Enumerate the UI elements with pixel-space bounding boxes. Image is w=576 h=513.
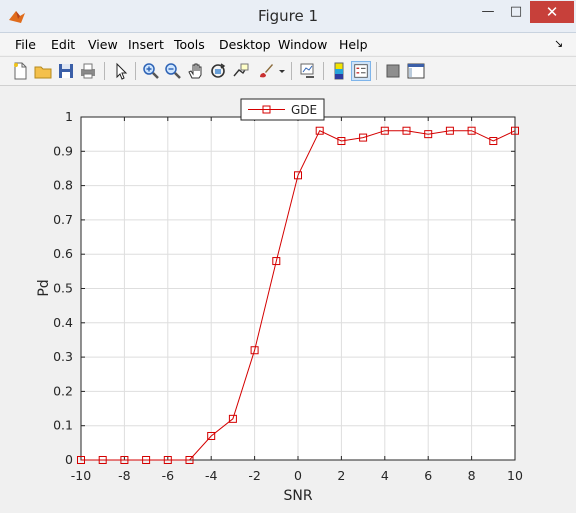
toolbar-separator — [291, 62, 292, 80]
x-tick-label: 4 — [381, 468, 389, 483]
y-tick-label: 0.5 — [53, 281, 73, 296]
x-tick-label: 2 — [337, 468, 345, 483]
minimize-button[interactable]: — — [474, 1, 502, 23]
toolbar-separator — [376, 62, 377, 80]
x-tick-label: 6 — [424, 468, 432, 483]
x-tick-label: 10 — [507, 468, 523, 483]
x-tick-label: 0 — [294, 468, 302, 483]
toolbar-separator — [135, 62, 136, 80]
menu-bar: File Edit View Insert Tools Desktop Wind… — [0, 33, 576, 55]
edit-plot-arrow-icon[interactable] — [111, 61, 131, 81]
y-tick-label: 0.8 — [53, 178, 73, 193]
hide-plot-tools-icon[interactable] — [383, 61, 403, 81]
zoom-in-icon[interactable] — [141, 61, 161, 81]
y-tick-label: 0.9 — [53, 143, 73, 158]
x-axis-label: SNR — [283, 488, 312, 504]
x-tick-label: -8 — [118, 468, 131, 483]
legend-label: GDE — [291, 103, 317, 117]
y-tick-label: 0.4 — [53, 315, 73, 330]
dock-arrow-icon[interactable]: ↘ — [554, 37, 563, 50]
x-tick-label: -4 — [205, 468, 218, 483]
save-icon[interactable] — [56, 61, 76, 81]
brush-icon[interactable] — [256, 61, 276, 81]
y-tick-label: 0.3 — [53, 349, 73, 364]
insert-legend-icon[interactable] — [351, 61, 371, 81]
zoom-out-icon[interactable] — [163, 61, 183, 81]
y-tick-label: 0.6 — [53, 246, 73, 261]
open-file-icon[interactable] — [33, 61, 53, 81]
y-axis-label: Pd — [36, 279, 52, 296]
x-tick-label: 8 — [468, 468, 476, 483]
figure-toolbar — [0, 56, 576, 86]
y-tick-label: 0.7 — [53, 212, 73, 227]
pan-hand-icon[interactable] — [186, 61, 206, 81]
legend[interactable]: GDE — [240, 98, 325, 121]
new-figure-icon[interactable] — [10, 61, 30, 81]
data-cursor-icon[interactable] — [231, 61, 251, 81]
print-icon[interactable] — [78, 61, 98, 81]
figure-canvas: -10 -8 -6 -4 -2 0 2 4 6 8 10 0 0.1 0.2 0.3 0.4 0.5 0.6 0.… — [36, 98, 523, 504]
menu-tools[interactable]: Tools — [174, 37, 205, 52]
toolbar-separator — [323, 62, 324, 80]
x-tick-label: -2 — [248, 468, 260, 483]
maximize-button[interactable]: □ — [502, 1, 530, 23]
menu-desktop[interactable]: Desktop — [219, 37, 271, 52]
y-tick-label: 0 — [65, 452, 73, 467]
menu-window[interactable]: Window — [278, 37, 327, 52]
link-plot-icon[interactable] — [298, 61, 318, 81]
x-tick-label: -10 — [71, 468, 91, 483]
insert-colorbar-icon[interactable] — [329, 61, 349, 81]
menu-file[interactable]: File — [15, 37, 36, 52]
menu-edit[interactable]: Edit — [51, 37, 75, 52]
brush-dropdown-icon[interactable] — [277, 61, 287, 81]
y-tick-label: 1 — [65, 109, 73, 124]
y-tick-label: 0.2 — [53, 383, 73, 398]
rotate-3d-icon[interactable] — [208, 61, 228, 81]
y-tick-label: 0.1 — [53, 418, 73, 433]
toolbar-separator — [104, 62, 105, 80]
menu-insert[interactable]: Insert — [128, 37, 164, 52]
menu-help[interactable]: Help — [339, 37, 368, 52]
x-tick-label: -6 — [162, 468, 175, 483]
close-button[interactable]: ✕ — [530, 1, 574, 23]
menu-view[interactable]: View — [88, 37, 118, 52]
title-bar: Figure 1 — □ ✕ — [0, 0, 576, 33]
show-plot-tools-icon[interactable] — [406, 61, 426, 81]
